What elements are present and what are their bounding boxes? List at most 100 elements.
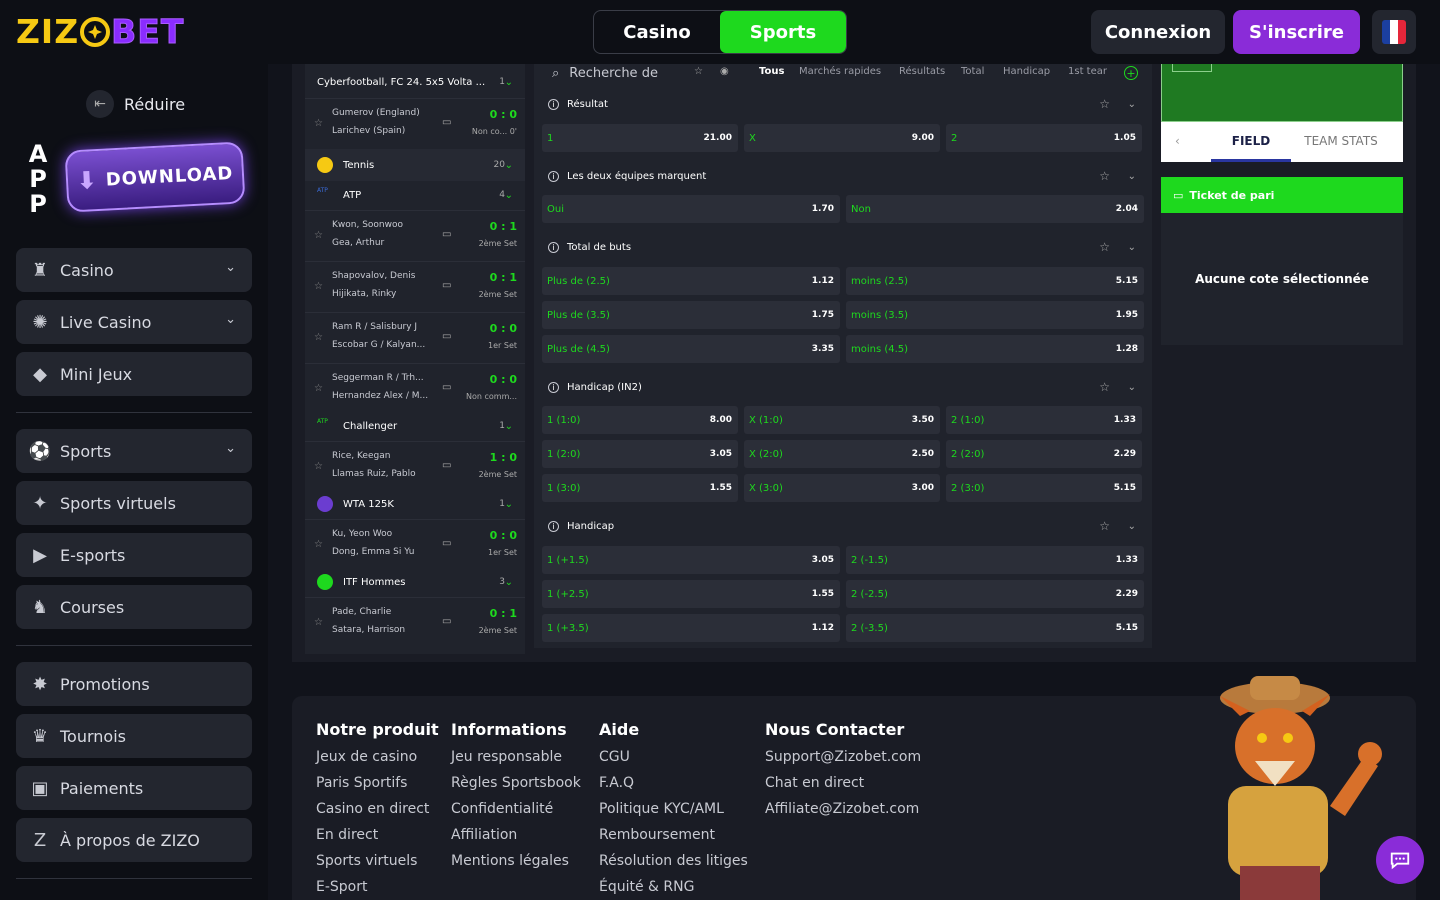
sidebar-item-tournois[interactable]: ♛ Tournois (16, 714, 252, 758)
tab-tous[interactable]: Tous (759, 66, 784, 77)
odds-button[interactable]: 1 (+3.5) 1.12 (542, 614, 840, 642)
footer-link[interactable]: Résolution des litiges (599, 853, 748, 879)
odds-button[interactable]: Plus de (2.5) 1.12 (542, 267, 840, 295)
sidebar-item-mini-jeux[interactable]: ◆ Mini Jeux (16, 352, 252, 396)
odds-button[interactable]: 1 (+1.5) 3.05 (542, 546, 840, 574)
footer-link[interactable]: Affiliate@Zizobet.com (765, 801, 921, 827)
footer-link[interactable]: Politique KYC/AML (599, 801, 748, 827)
league-row[interactable]: ATP ATP 4 ⌄ (305, 179, 525, 211)
sidebar-item-a-propos[interactable]: Z À propos de ZIZO (16, 818, 252, 862)
star-icon[interactable]: ☆ (314, 461, 323, 472)
match-row[interactable]: ☆ Kwon, Soonwoo Gea, Arthur ▭ 0 : 1 2ème Set (305, 210, 525, 260)
league-row[interactable]: Cyberfootball, FC 24. 5x5 Volta ... 1 ⌄ (305, 66, 525, 98)
chat-button[interactable] (1376, 836, 1424, 884)
star-icon[interactable]: ☆ (314, 332, 323, 343)
odds-button[interactable]: 2 (-2.5) 2.29 (846, 580, 1144, 608)
odds-button[interactable]: 2 (3:0) 5.15 (946, 474, 1142, 502)
footer-link[interactable]: Support@Zizobet.com (765, 749, 921, 775)
star-icon[interactable]: ☆ (314, 383, 323, 394)
star-icon[interactable]: ☆ (314, 118, 323, 129)
chevron-left-icon[interactable]: ‹ (1175, 134, 1180, 148)
odds-button[interactable]: Oui 1.70 (542, 195, 840, 223)
odds-button[interactable]: X 9.00 (744, 124, 940, 152)
signup-button[interactable]: S'inscrire (1233, 10, 1360, 54)
footer-link[interactable]: E-Sport (316, 879, 439, 900)
sidebar-item-promotions[interactable]: ✸ Promotions (16, 662, 252, 706)
tab-marches-rapides[interactable]: Marchés rapides (799, 66, 881, 77)
match-row[interactable]: ☆ Ram R / Salisbury J Escobar G / Kalyan..… (305, 312, 525, 362)
odds-button[interactable]: 1 21.00 (542, 124, 738, 152)
odds-button[interactable]: X (3:0) 3.00 (744, 474, 940, 502)
market-header-resultat[interactable]: i Résultat ☆ ⌄ (534, 90, 1152, 118)
login-button[interactable]: Connexion (1091, 10, 1225, 54)
footer-link[interactable]: En direct (316, 827, 439, 853)
download-app-button[interactable]: ⬇ DOWNLOAD (64, 141, 246, 213)
sports-tab[interactable]: Sports (720, 11, 846, 53)
footer-link[interactable]: Confidentialité (451, 801, 581, 827)
match-row[interactable]: ☆ Gumerov (England) Larichev (Spain) ▭ 0 : 0… (305, 98, 525, 148)
market-header-total[interactable]: i Total de buts ☆ ⌄ (534, 233, 1152, 261)
sidebar-item-courses[interactable]: ♞ Courses (16, 585, 252, 629)
match-row[interactable]: ☆ Seggerman R / Trh... Hernandez Alex / M.… (305, 363, 525, 413)
footer-link[interactable]: CGU (599, 749, 748, 775)
tab-total[interactable]: Total (961, 66, 984, 77)
odds-button[interactable]: 2 (1:0) 1.33 (946, 406, 1142, 434)
footer-link[interactable]: Jeux de casino (316, 749, 439, 775)
odds-button[interactable]: 2 1.05 (946, 124, 1142, 152)
market-header-btts[interactable]: i Les deux équipes marquent ☆ ⌄ (534, 162, 1152, 190)
add-market-icon[interactable]: + (1124, 66, 1138, 80)
tab-team-stats[interactable]: TEAM STATS (1301, 134, 1381, 148)
tab-resultats[interactable]: Résultats (899, 66, 945, 77)
odds-button[interactable]: Plus de (4.5) 3.35 (542, 335, 840, 363)
odds-button[interactable]: 1 (+2.5) 1.55 (542, 580, 840, 608)
odds-button[interactable]: 1 (3:0) 1.55 (542, 474, 738, 502)
star-icon[interactable]: ☆ (1099, 97, 1110, 111)
match-row[interactable]: ☆ Rice, Keegan Llamas Ruiz, Pablo ▭ 1 : 0 2èm… (305, 441, 525, 491)
odds-button[interactable]: X (2:0) 2.50 (744, 440, 940, 468)
footer-link[interactable]: Chat en direct (765, 775, 921, 801)
bet-ticket-header[interactable]: ▭ Ticket de pari (1161, 177, 1403, 213)
footer-link[interactable]: Affiliation (451, 827, 581, 853)
tab-1st-team[interactable]: 1st tear (1068, 66, 1107, 77)
market-header-handicap-in2[interactable]: i Handicap (IN2) ☆ ⌄ (534, 373, 1152, 401)
footer-link[interactable]: Remboursement (599, 827, 748, 853)
star-icon[interactable]: ☆ (1099, 169, 1110, 183)
star-icon[interactable]: ☆ (314, 281, 323, 292)
league-row[interactable]: WTA 125K 1 ⌄ (305, 488, 525, 520)
footer-link[interactable]: Casino en direct (316, 801, 439, 827)
star-icon[interactable]: ☆ (1099, 519, 1110, 533)
eye-icon[interactable]: ◉ (720, 66, 729, 77)
footer-link[interactable]: F.A.Q (599, 775, 748, 801)
tab-field[interactable]: FIELD (1211, 134, 1291, 148)
odds-button[interactable]: 2 (2:0) 2.29 (946, 440, 1142, 468)
match-row[interactable]: ☆ Shapovalov, Denis Hijikata, Rinky ▭ 0 : 1 2… (305, 261, 525, 311)
odds-button[interactable]: 2 (-3.5) 5.15 (846, 614, 1144, 642)
footer-link[interactable]: Jeu responsable (451, 749, 581, 775)
footer-link[interactable]: Règles Sportsbook (451, 775, 581, 801)
odds-button[interactable]: Non 2.04 (846, 195, 1144, 223)
sidebar-item-esports[interactable]: ▶ E-sports (16, 533, 252, 577)
market-search[interactable]: ⌕ Recherche de (552, 66, 658, 81)
language-button[interactable] (1372, 10, 1416, 54)
star-icon[interactable]: ☆ (314, 230, 323, 241)
sidebar-item-casino[interactable]: ♜ Casino ⌄ (16, 248, 252, 292)
star-icon[interactable]: ☆ (694, 66, 703, 77)
sidebar-item-live-casino[interactable]: ✺ Live Casino ⌄ (16, 300, 252, 344)
star-icon[interactable]: ☆ (1099, 240, 1110, 254)
star-icon[interactable]: ☆ (314, 539, 323, 550)
odds-button[interactable]: moins (4.5) 1.28 (846, 335, 1144, 363)
reduce-button[interactable]: ⇤ Réduire (86, 90, 185, 118)
league-row[interactable]: ITF Hommes 3 ⌄ (305, 566, 525, 598)
search-input[interactable]: Recherche de (569, 66, 658, 81)
market-header-handicap[interactable]: i Handicap ☆ ⌄ (534, 512, 1152, 540)
casino-tab[interactable]: Casino (594, 11, 720, 53)
footer-link[interactable]: Équité & RNG (599, 879, 748, 900)
tab-handicap[interactable]: Handicap (1003, 66, 1050, 77)
star-icon[interactable]: ☆ (1099, 380, 1110, 394)
sidebar-item-paiements[interactable]: ▣ Paiements (16, 766, 252, 810)
odds-button[interactable]: moins (3.5) 1.95 (846, 301, 1144, 329)
odds-button[interactable]: X (1:0) 3.50 (744, 406, 940, 434)
league-row[interactable]: ATP Challenger 1 ⌄ (305, 410, 525, 442)
odds-button[interactable]: moins (2.5) 5.15 (846, 267, 1144, 295)
odds-button[interactable]: 1 (2:0) 3.05 (542, 440, 738, 468)
